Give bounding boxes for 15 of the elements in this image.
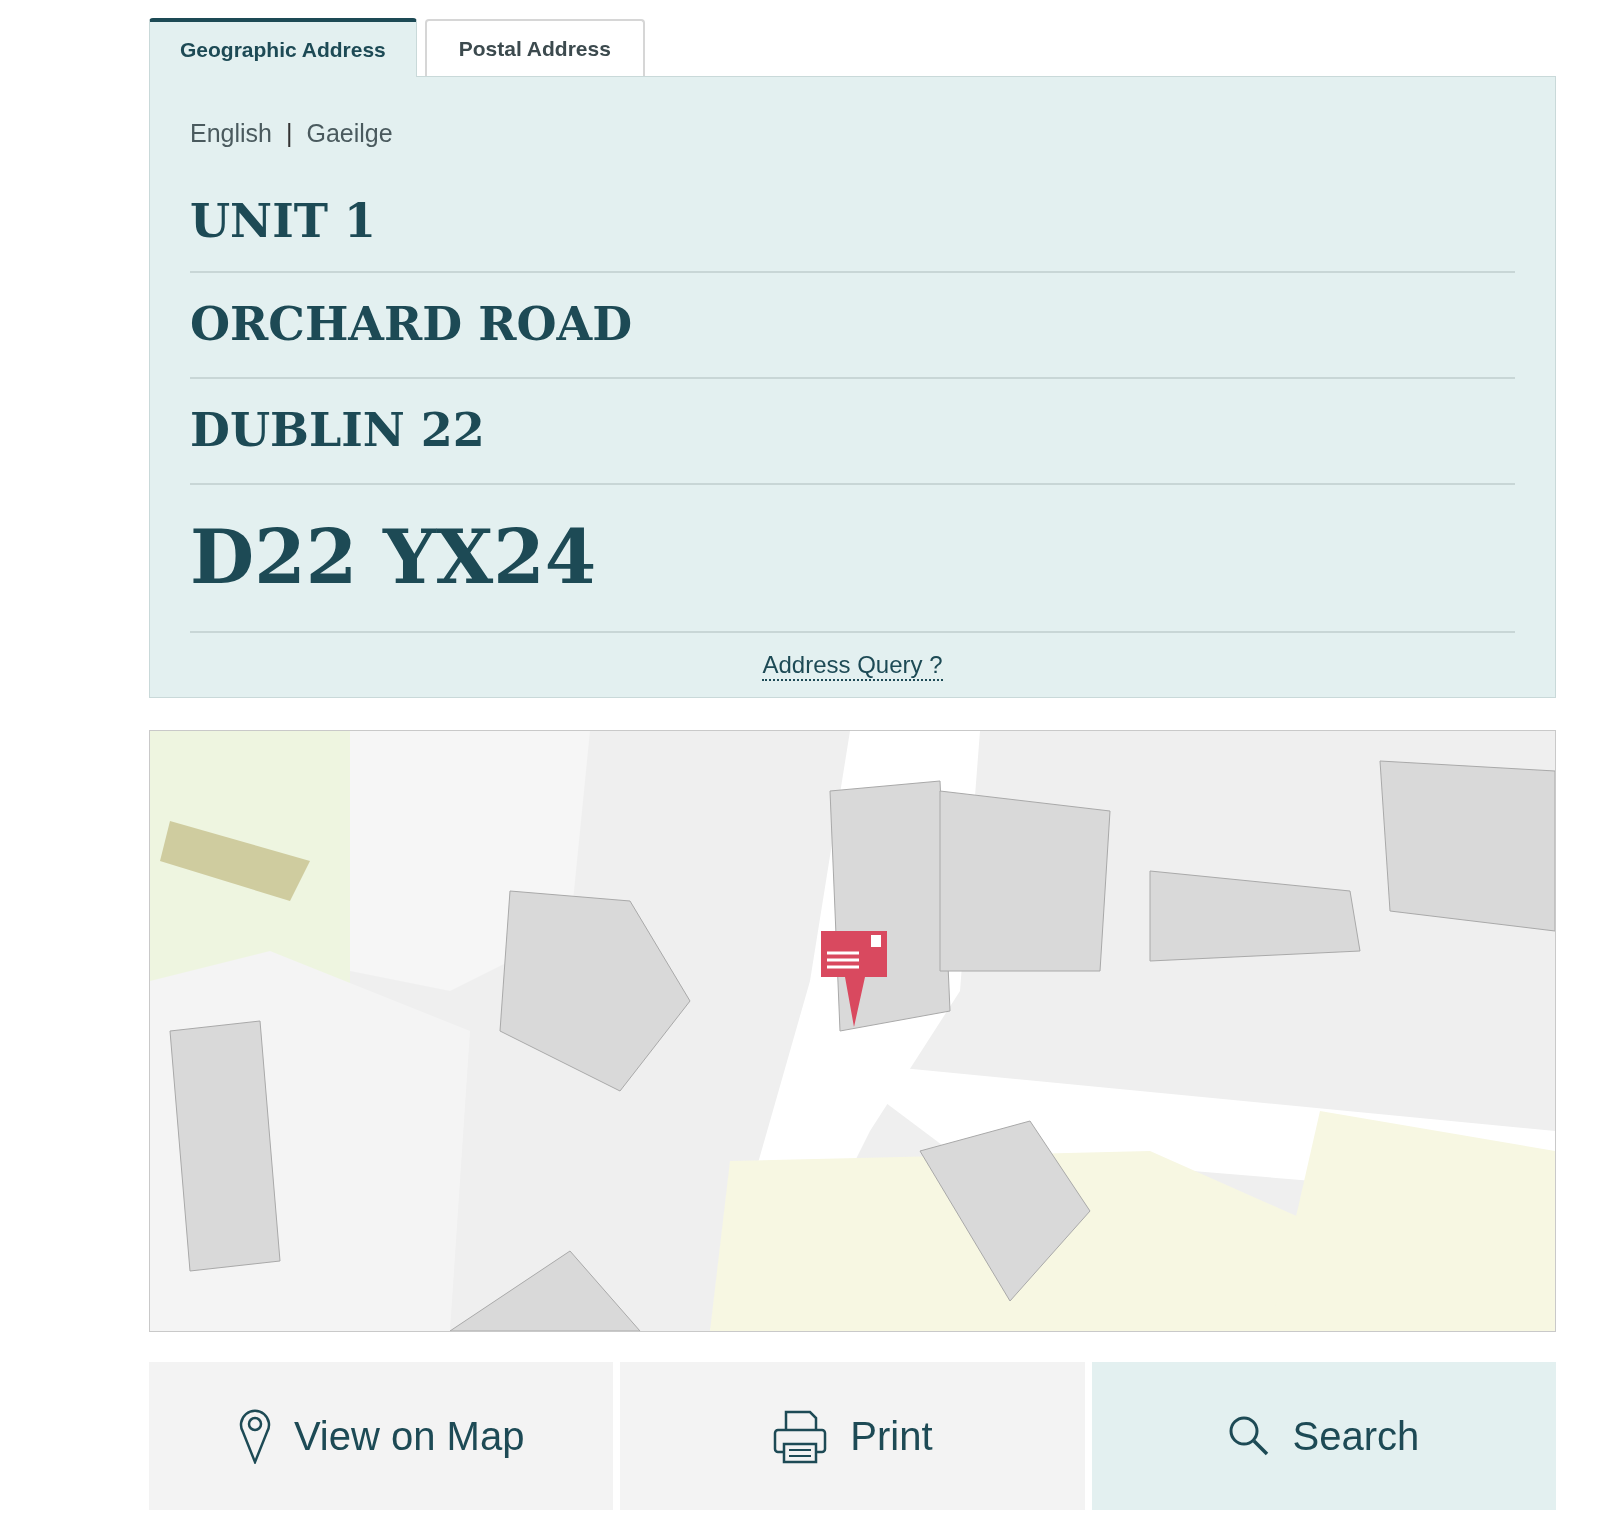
pin-icon (237, 1407, 272, 1464)
address-query-link[interactable]: Address Query ? (762, 650, 943, 681)
language-link[interactable]: English (190, 115, 272, 153)
eircode: D22 YX24 (190, 513, 597, 602)
address-tab[interactable]: Postal Address (424, 19, 645, 76)
print-button[interactable]: Print (620, 1361, 1085, 1510)
language-link[interactable]: Gaeilge (306, 115, 393, 153)
search-button[interactable]: Search (1091, 1361, 1556, 1510)
address-line: ORCHARD ROAD (190, 296, 633, 353)
address-line: DUBLIN 22 (190, 402, 485, 459)
view-on-map-button[interactable]: View on Map (149, 1361, 614, 1510)
address-line: UNIT 1 (190, 193, 376, 250)
search-icon (1228, 1414, 1271, 1457)
address-tab[interactable]: Geographic Address (149, 18, 417, 77)
separator: | (286, 118, 293, 149)
